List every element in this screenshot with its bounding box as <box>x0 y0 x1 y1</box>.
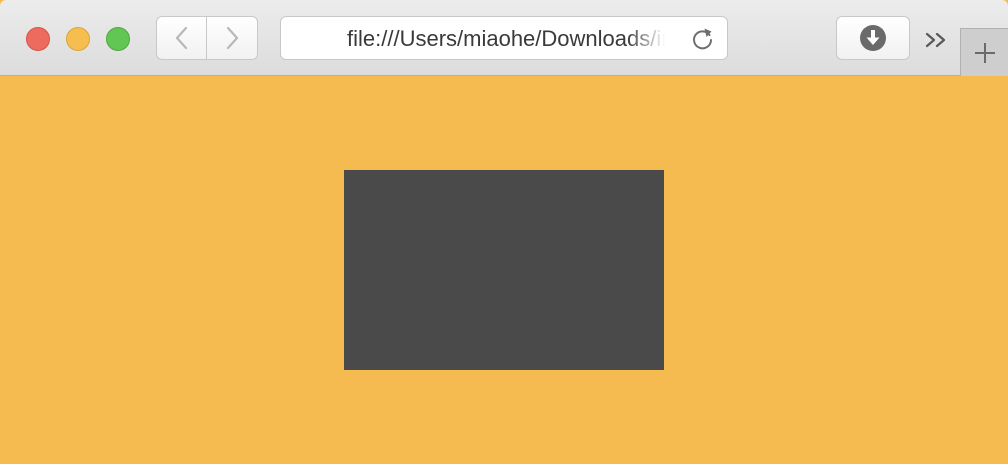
reload-button[interactable] <box>689 25 717 53</box>
page-content <box>0 76 1008 464</box>
new-tab-button[interactable] <box>960 28 1008 76</box>
double-chevron-right-icon <box>925 32 946 48</box>
browser-toolbar: file:///Users/miaohe/Downloads/index.htm… <box>0 0 1008 76</box>
browser-window: file:///Users/miaohe/Downloads/index.htm… <box>0 0 1008 464</box>
downloads-button[interactable] <box>836 16 910 60</box>
minimize-window-button[interactable] <box>66 27 90 51</box>
back-button[interactable] <box>156 16 207 60</box>
chevron-left-icon <box>175 26 187 50</box>
download-icon <box>860 25 886 51</box>
toolbar-overflow-button[interactable] <box>920 24 952 56</box>
forward-button[interactable] <box>207 16 258 60</box>
zoom-window-button[interactable] <box>106 27 130 51</box>
dark-rectangle <box>344 170 664 370</box>
address-bar[interactable]: file:///Users/miaohe/Downloads/index.htm… <box>280 16 728 60</box>
reload-icon <box>693 28 712 50</box>
chevron-right-icon <box>226 26 239 50</box>
address-url-text: file:///Users/miaohe/Downloads/index.htm… <box>347 27 665 51</box>
plus-icon <box>974 42 995 63</box>
navigation-buttons <box>156 16 258 60</box>
close-window-button[interactable] <box>26 27 50 51</box>
